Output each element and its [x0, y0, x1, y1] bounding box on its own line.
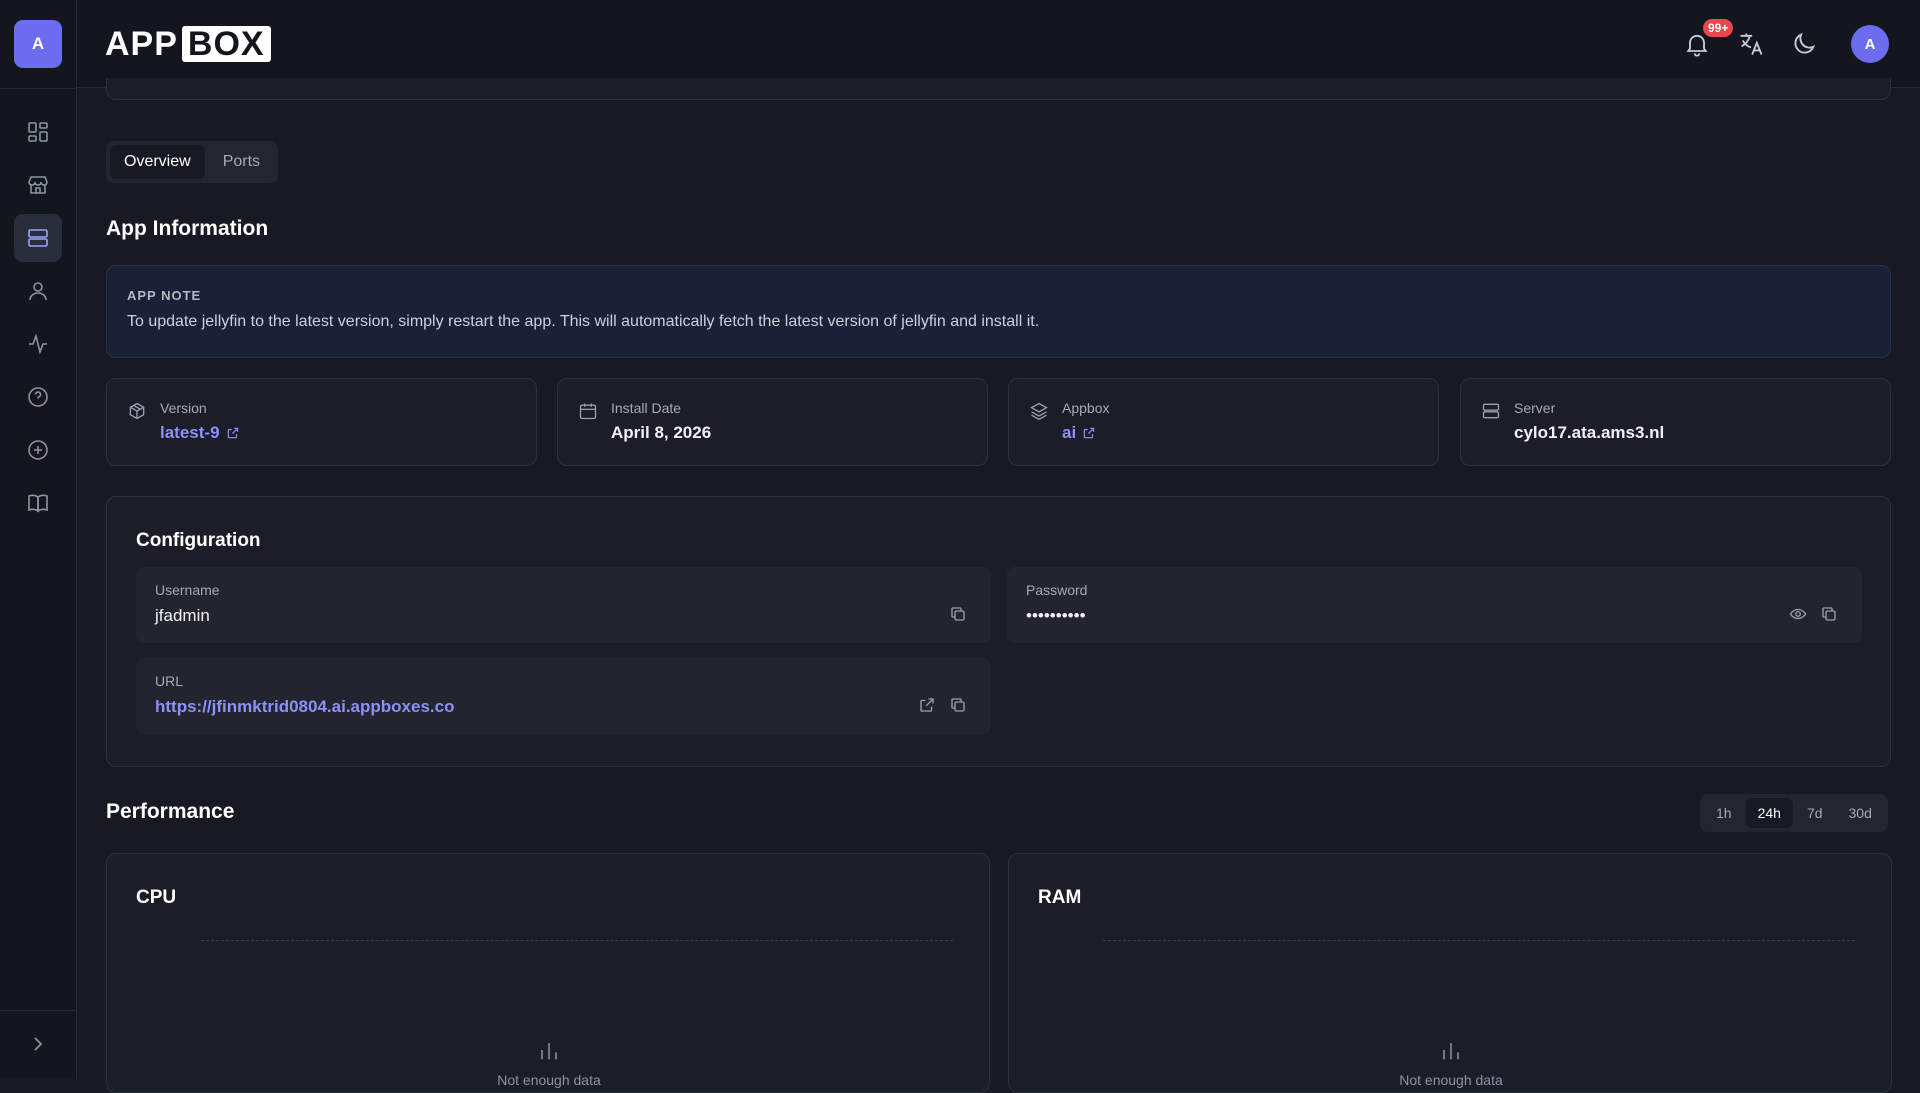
- appbox-label: Appbox: [1062, 400, 1110, 416]
- server-icon: [1482, 403, 1500, 419]
- range-1h[interactable]: 1h: [1704, 798, 1744, 828]
- username-field: Username jfadmin: [136, 567, 991, 643]
- password-label: Password: [1026, 582, 1088, 598]
- tab-ports[interactable]: Ports: [209, 145, 274, 179]
- book-icon: [28, 494, 48, 513]
- external-link-icon: [227, 427, 238, 439]
- copy-icon[interactable]: [949, 696, 967, 714]
- chart-gridline: [1103, 940, 1855, 941]
- info-card-server: Server cylo17.ata.ams3.nl: [1460, 378, 1891, 466]
- install-date-value: April 8, 2026: [611, 423, 712, 442]
- username-value: jfadmin: [155, 606, 210, 625]
- sidebar-item-help[interactable]: [14, 373, 62, 421]
- info-card-version: Version latest-9: [106, 378, 537, 466]
- app-note-text: To update jellyfin to the latest version…: [127, 313, 1040, 330]
- help-circle-icon: [28, 387, 48, 407]
- configuration-card: Configuration Username jfadmin Password …: [106, 496, 1891, 767]
- range-24h[interactable]: 24h: [1745, 798, 1793, 828]
- ram-title: RAM: [1038, 887, 1082, 908]
- moon-icon[interactable]: [1790, 30, 1818, 58]
- info-card-appbox: Appbox ai: [1008, 378, 1439, 466]
- layers-icon: [1030, 402, 1048, 421]
- brand-logo[interactable]: APP BOX: [105, 24, 271, 64]
- copy-icon[interactable]: [949, 605, 967, 623]
- install-date-label: Install Date: [611, 400, 682, 416]
- sidebar-item-users[interactable]: [14, 267, 62, 315]
- password-value: ••••••••••: [1026, 606, 1086, 625]
- app-note-label: APP NOTE: [127, 288, 202, 303]
- server-label: Server: [1514, 400, 1556, 416]
- server-icon: [28, 229, 48, 247]
- url-link[interactable]: https://jfinmktrid0804.ai.appboxes.co: [155, 697, 454, 717]
- workspace-avatar[interactable]: A: [14, 20, 62, 68]
- external-link-icon: [1083, 427, 1095, 439]
- bar-chart-icon: [1442, 1043, 1460, 1060]
- sidebar-divider: [0, 1010, 77, 1011]
- app-information-title: App Information: [106, 217, 269, 240]
- range-7d[interactable]: 7d: [1795, 798, 1835, 828]
- url-label: URL: [155, 673, 184, 689]
- password-field: Password ••••••••••: [1007, 567, 1862, 643]
- brand-app-text: APP: [105, 24, 178, 63]
- url-field: URL https://jfinmktrid0804.ai.appboxes.c…: [136, 658, 991, 734]
- external-link-icon[interactable]: [918, 696, 936, 714]
- chart-gridline: [201, 940, 953, 941]
- notification-badge: 99+: [1703, 19, 1734, 37]
- sidebar-item-store[interactable]: [14, 161, 62, 209]
- username-label: Username: [155, 582, 220, 598]
- grid-icon: [28, 122, 48, 142]
- bar-chart-icon: [540, 1043, 558, 1060]
- tab-overview[interactable]: Overview: [110, 145, 205, 179]
- user-icon: [29, 282, 47, 301]
- performance-title: Performance: [106, 800, 235, 823]
- app-note: APP NOTE To update jellyfin to the lates…: [106, 265, 1891, 358]
- sidebar-divider: [0, 88, 77, 89]
- sidebar-item-servers[interactable]: [14, 214, 62, 262]
- calendar-icon: [579, 403, 597, 420]
- copy-icon[interactable]: [1820, 605, 1838, 623]
- user-avatar[interactable]: A: [1851, 25, 1889, 63]
- version-value: latest-9: [160, 423, 220, 442]
- sidebar-item-docs[interactable]: [14, 479, 62, 527]
- sidebar-item-dashboard[interactable]: [14, 108, 62, 156]
- ram-empty-text: Not enough data: [1399, 1072, 1503, 1088]
- chevron-right-icon[interactable]: [26, 1032, 50, 1056]
- main-content: Overview Ports App Information APP NOTE …: [77, 78, 1920, 1093]
- cpu-title: CPU: [136, 887, 177, 908]
- version-label: Version: [160, 400, 207, 416]
- sidebar-item-add[interactable]: [14, 426, 62, 474]
- plus-circle-icon: [28, 440, 48, 460]
- appbox-link[interactable]: ai: [1062, 423, 1096, 443]
- info-card-install-date: Install Date April 8, 2026: [557, 378, 988, 466]
- server-value: cylo17.ata.ams3.nl: [1514, 423, 1665, 442]
- eye-icon[interactable]: [1789, 605, 1807, 623]
- tab-bar: Overview Ports: [106, 141, 279, 183]
- ram-chart-card: RAM Not enough data: [1008, 853, 1892, 1093]
- version-link[interactable]: latest-9: [160, 423, 240, 443]
- cpu-chart-card: CPU Not enough data: [106, 853, 990, 1093]
- time-range-selector: 1h 24h 7d 30d: [1700, 794, 1888, 832]
- configuration-title: Configuration: [136, 530, 261, 551]
- sidebar-item-activity[interactable]: [14, 320, 62, 368]
- activity-icon: [29, 333, 47, 355]
- brand-box-text: BOX: [181, 25, 271, 63]
- range-30d[interactable]: 30d: [1837, 798, 1884, 828]
- package-icon: [129, 402, 145, 420]
- translate-icon[interactable]: [1737, 30, 1765, 58]
- sidebar: A: [0, 0, 77, 1079]
- topbar: APP BOX 99+ A: [77, 0, 1920, 88]
- store-icon: [28, 176, 48, 194]
- cpu-empty-text: Not enough data: [497, 1072, 601, 1088]
- appbox-value: ai: [1062, 423, 1077, 442]
- header-card-edge: [106, 78, 1891, 100]
